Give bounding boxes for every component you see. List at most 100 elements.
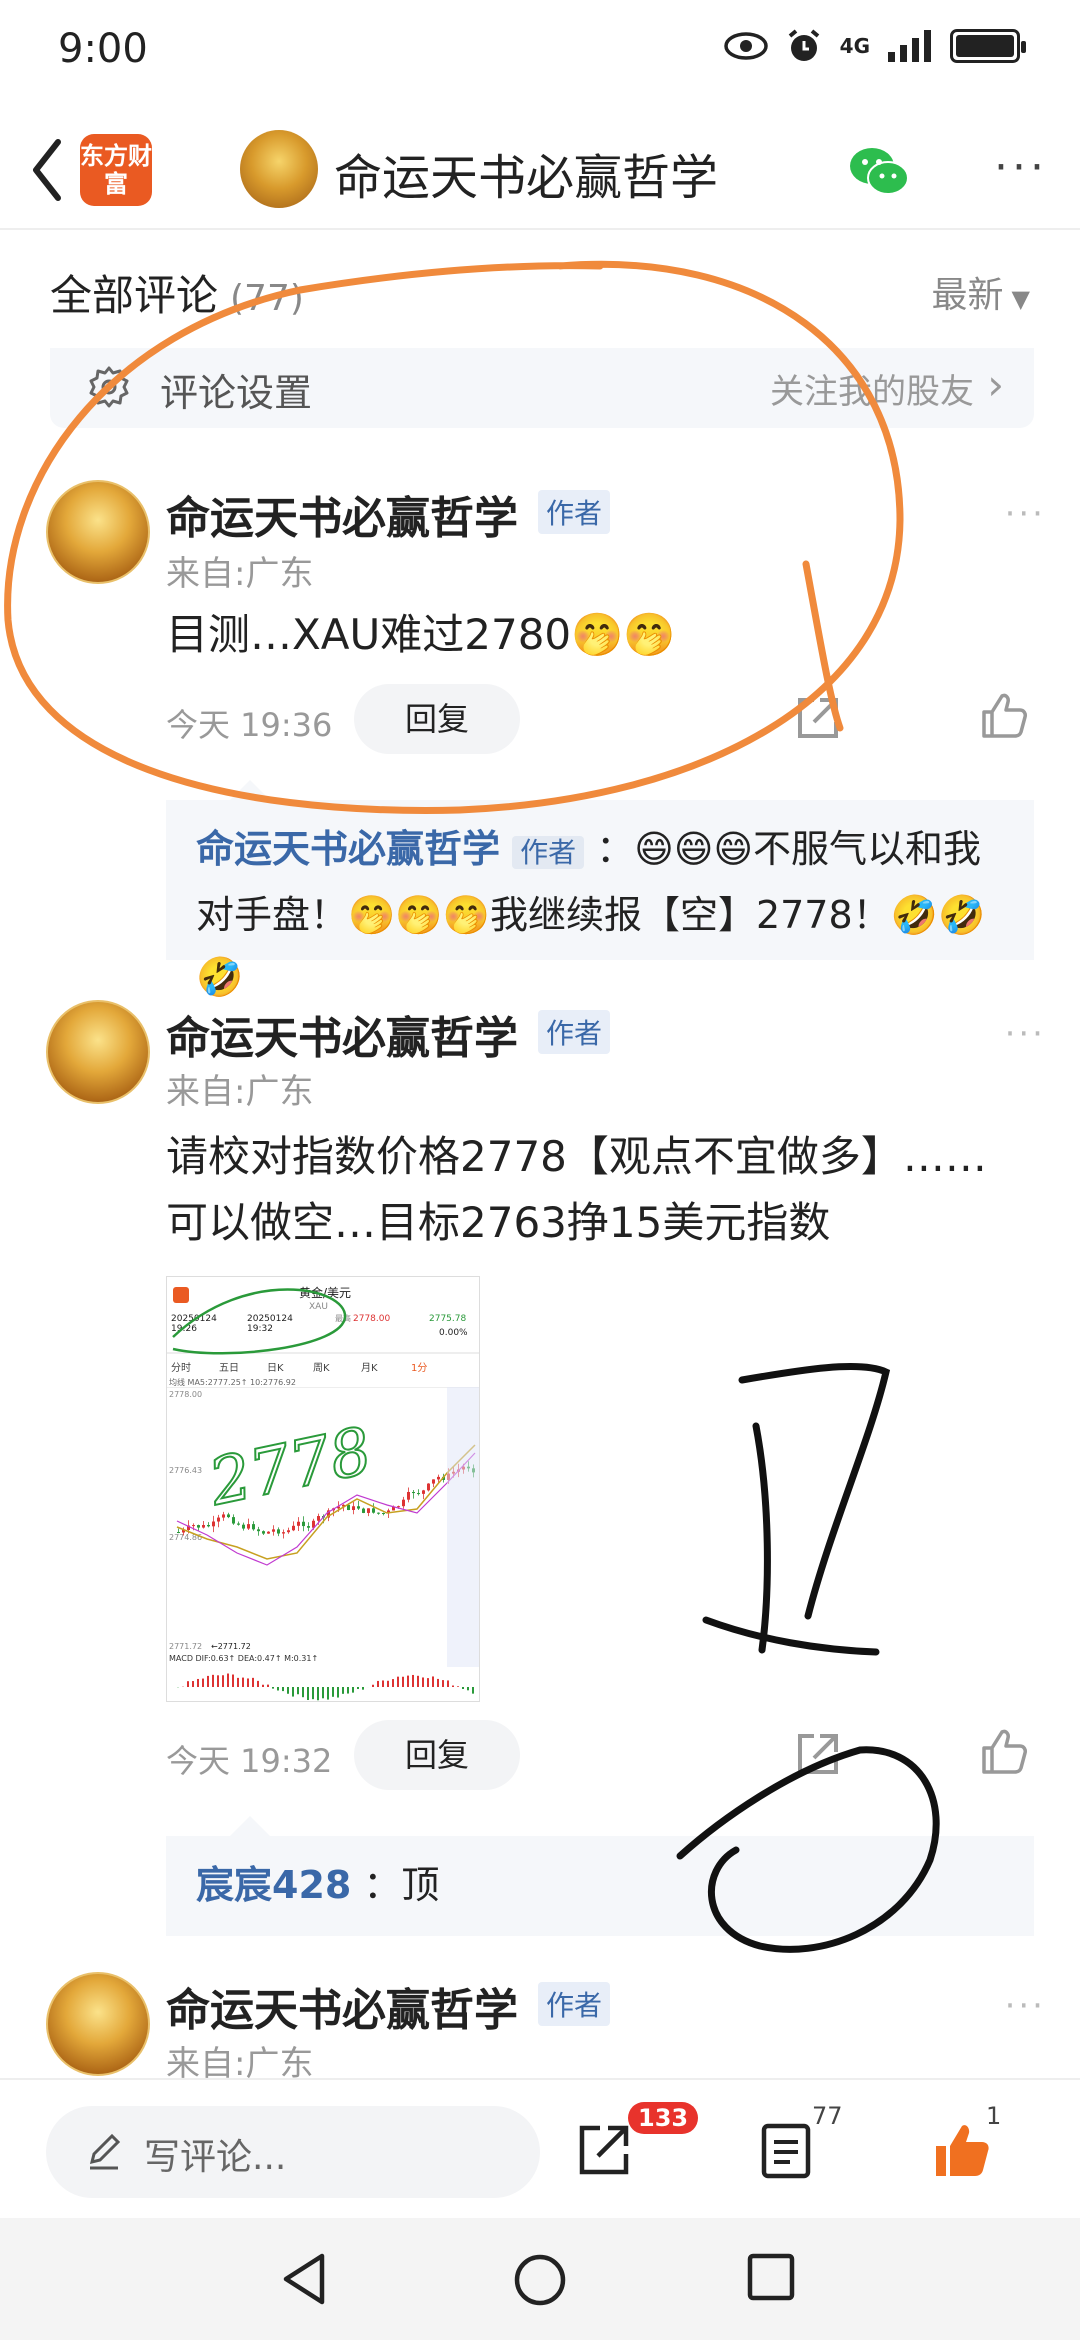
- candle-body: [347, 1504, 350, 1511]
- reply-box[interactable]: 命运天书必赢哲学 作者 ：😄😄😄不服气以和我对手盘！🤭🤭🤭我继续报【空】2778…: [166, 800, 1034, 999]
- avatar[interactable]: [46, 480, 150, 584]
- share-icon[interactable]: [574, 2120, 634, 2180]
- macd-bar: [267, 1684, 269, 1687]
- signal-icon: [888, 30, 931, 62]
- macd-bar: [227, 1673, 229, 1687]
- chart-thumbnail[interactable]: 黄金/美元 XAU 20250124 20250124 19:26 19:32 …: [166, 1276, 480, 1702]
- eye-icon: [723, 32, 768, 60]
- thumb-ma-line: 均线 MA5:2777.25↑ 10:2776.92: [169, 1377, 296, 1387]
- reply-author-badge: 作者: [512, 836, 585, 869]
- comment-settings-row[interactable]: 评论设置 关注我的股友 ›: [50, 348, 1034, 428]
- gear-icon: [89, 366, 129, 408]
- macd-bar: [472, 1687, 474, 1694]
- macd-bar: [327, 1687, 329, 1700]
- candle-body: [287, 1530, 290, 1533]
- candle-body: [257, 1529, 260, 1532]
- candle-body: [297, 1521, 300, 1526]
- macd-bar: [342, 1687, 344, 1694]
- macd-bar: [212, 1674, 214, 1687]
- reply-username[interactable]: 宸宸428: [196, 1863, 351, 1907]
- macd-bar: [332, 1687, 334, 1697]
- macd-bar: [252, 1677, 254, 1687]
- candle-body: [377, 1512, 380, 1514]
- macd-bar: [402, 1676, 404, 1687]
- wechat-icon[interactable]: [848, 144, 910, 198]
- macd-bar: [237, 1677, 239, 1687]
- thumbs-up-icon[interactable]: [978, 690, 1030, 742]
- candle-body: [247, 1524, 250, 1529]
- candle-body: [252, 1524, 255, 1530]
- write-comment-placeholder: 写评论...: [144, 2137, 287, 2178]
- comments-icon[interactable]: [756, 2120, 816, 2180]
- macd-bar: [257, 1680, 259, 1687]
- thumbs-up-icon[interactable]: [978, 1726, 1030, 1778]
- comment-time: 今天 19:32: [166, 1742, 333, 1780]
- comment-more-icon[interactable]: ···: [1005, 1014, 1046, 1054]
- comment-username[interactable]: 命运天书必赢哲学: [166, 482, 518, 546]
- app-logo[interactable]: 东方财富: [80, 134, 152, 206]
- thumb-tab: 分时: [171, 1362, 191, 1374]
- candle-body: [402, 1499, 405, 1507]
- share-count-badge: 133: [628, 2102, 699, 2134]
- macd-bar: [317, 1687, 319, 1701]
- status-bar: 9:00 4G: [0, 0, 1080, 100]
- bottom-action-bar: 写评论... 133 77 1: [0, 2078, 1080, 2218]
- thumb-level: 2771.72: [169, 1642, 202, 1651]
- comment-count: 77: [812, 2102, 843, 2130]
- more-options-icon[interactable]: ···: [994, 142, 1048, 193]
- status-icons: 4G: [723, 28, 1026, 64]
- avatar[interactable]: [46, 1000, 150, 1104]
- followed-friends-link[interactable]: 关注我的股友: [770, 364, 974, 413]
- comment-username[interactable]: 命运天书必赢哲学: [166, 1002, 518, 1066]
- share-icon[interactable]: [792, 1728, 844, 1780]
- candle-body: [192, 1525, 195, 1527]
- reply-text: ：顶: [363, 1863, 440, 1907]
- macd-bar: [437, 1678, 439, 1687]
- header-avatar[interactable]: [240, 130, 318, 208]
- share-icon[interactable]: [792, 692, 844, 744]
- macd-bar: [372, 1684, 374, 1687]
- macd-bar: [297, 1687, 299, 1695]
- reply-box[interactable]: 宸宸428 ：顶: [166, 1836, 1034, 1936]
- candle-body: [372, 1508, 375, 1513]
- macd-bar: [282, 1687, 284, 1692]
- author-badge: 作者: [538, 1010, 611, 1054]
- comment-username[interactable]: 命运天书必赢哲学: [166, 1974, 518, 2038]
- macd-bar: [202, 1678, 204, 1687]
- macd-bar: [192, 1681, 194, 1687]
- author-badge: 作者: [538, 490, 611, 534]
- like-count: 1: [986, 2102, 1002, 2130]
- candle-body: [292, 1525, 295, 1531]
- candle-body: [232, 1517, 235, 1524]
- thumbs-up-filled-icon[interactable]: [932, 2120, 992, 2180]
- reply-button[interactable]: 回复: [354, 1720, 520, 1790]
- macd-bar: [337, 1687, 339, 1698]
- reply-username[interactable]: 命运天书必赢哲学: [196, 827, 500, 871]
- macd-bar: [292, 1687, 294, 1697]
- macd-bar: [397, 1676, 399, 1687]
- comments-count: (77): [230, 278, 304, 319]
- comment-settings-label: 评论设置: [160, 371, 313, 415]
- back-icon[interactable]: [20, 132, 80, 208]
- reply-button[interactable]: 回复: [354, 684, 520, 754]
- candle-body: [317, 1516, 320, 1521]
- nav-back-icon[interactable]: [280, 2252, 330, 2306]
- write-comment-input[interactable]: 写评论...: [46, 2106, 540, 2198]
- macd-bar: [432, 1676, 434, 1687]
- sort-dropdown[interactable]: 最新 ▼: [932, 266, 1030, 318]
- page-title: 命运天书必赢哲学: [334, 150, 719, 206]
- macd-bar: [277, 1687, 279, 1691]
- comment-more-icon[interactable]: ···: [1005, 494, 1046, 534]
- thumb-tab-active: 1分: [411, 1362, 427, 1374]
- thumb-time1: 19:26: [171, 1324, 197, 1334]
- nav-home-icon[interactable]: [512, 2252, 568, 2308]
- thumb-tab: 周K: [313, 1362, 330, 1374]
- macd-bar: [462, 1687, 464, 1690]
- macd-bar: [417, 1675, 419, 1687]
- nav-recents-icon[interactable]: [746, 2252, 796, 2302]
- avatar[interactable]: [46, 1972, 150, 2076]
- mini-logo-icon: [173, 1287, 189, 1303]
- comment-more-icon[interactable]: ···: [1005, 1986, 1046, 2026]
- macd-bar: [312, 1687, 314, 1700]
- caret-down-icon: ▼: [1011, 285, 1030, 313]
